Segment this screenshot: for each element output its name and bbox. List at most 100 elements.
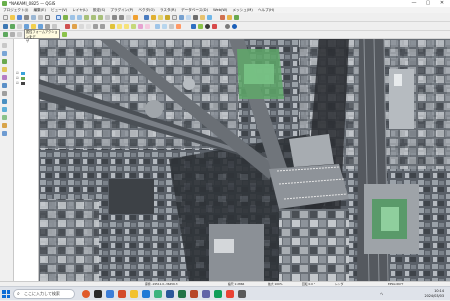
plugin-icon-2[interactable] [198,24,203,29]
layer-visibility-checkbox[interactable]: ☑ [16,71,19,75]
results-viewer-icon[interactable] [176,24,181,29]
zoom-out-icon[interactable] [77,15,82,20]
layer-visibility-checkbox[interactable]: ☑ [16,76,19,80]
menu-edit[interactable]: 編集(E) [34,8,46,12]
spatial-bookmark-icon[interactable] [220,15,225,20]
refresh-icon[interactable] [144,15,149,20]
taskbar-app-icon-1[interactable] [82,290,90,298]
attribute-icon-2[interactable] [10,32,15,37]
taskbar-app-icon-6[interactable] [142,290,150,298]
add-spatialite-icon[interactable] [2,75,7,80]
taskbar-app-icon-3[interactable] [106,290,114,298]
plugin-icon-1[interactable] [191,24,196,29]
taskbar-app-icon-10[interactable] [190,290,198,298]
label-move-icon[interactable] [131,24,136,29]
show-bookmarks-icon[interactable] [227,15,232,20]
menu-raster[interactable]: ラスタ(R) [160,8,176,12]
attribute-icon-4[interactable] [62,32,67,37]
taskbar-app-icon-13[interactable] [226,290,234,298]
select-features-icon[interactable] [158,15,163,20]
new-map-view-icon[interactable] [126,15,131,20]
taskbar-app-icon-2[interactable] [94,290,102,298]
taskbar-app-icon-8[interactable] [166,290,174,298]
plugin-icon-4[interactable] [212,24,217,29]
taskbar-search-input[interactable]: ⌕ ここに入力して検索 [13,289,75,299]
identify-features-icon[interactable] [151,15,156,20]
menu-settings[interactable]: 設定(S) [93,8,105,12]
start-button[interactable] [2,290,10,298]
menu-help[interactable]: ヘルプ(H) [258,8,274,12]
statistics-icon[interactable] [186,15,191,20]
menu-vector[interactable]: ベクタ(O) [138,8,154,12]
add-virtual-layer-icon[interactable] [2,131,7,136]
tray-overflow-button[interactable]: へ [380,287,383,301]
label-change-icon[interactable] [145,24,150,29]
processing-toolbox-icon[interactable] [155,24,160,29]
history-icon[interactable] [169,24,174,29]
deselect-icon[interactable] [172,15,177,20]
paste-features-icon[interactable] [86,24,91,29]
zoom-last-icon[interactable] [112,15,117,20]
menu-project[interactable]: プロジェクト(J) [3,8,28,12]
zoom-in-icon[interactable] [70,15,75,20]
menu-view[interactable]: ビュー(V) [51,8,67,12]
attribute-icon-1[interactable] [3,32,8,37]
menu-layer[interactable]: レイヤ(L) [72,8,87,12]
zoom-next-icon[interactable] [119,15,124,20]
new-project-icon[interactable] [3,15,8,20]
save-project-icon[interactable] [17,15,22,20]
add-wfs-icon[interactable] [2,99,7,104]
zoom-to-selection-icon[interactable] [91,15,96,20]
model-designer-icon[interactable] [162,24,167,29]
save-as-icon[interactable] [24,15,29,20]
zoom-native-icon[interactable] [105,15,110,20]
add-postgis-icon[interactable] [2,83,7,88]
taskbar-app-icon-9[interactable] [178,290,186,298]
layer-row[interactable]: ☑ [14,81,38,86]
add-wms-icon[interactable] [2,91,7,96]
select-by-value-icon[interactable] [165,15,170,20]
text-annotation-icon[interactable] [207,15,212,20]
map-tips-icon[interactable] [200,15,205,20]
open-project-icon[interactable] [10,15,15,20]
layer-visibility-checkbox[interactable]: ☑ [16,81,19,85]
taskbar-app-icon-5[interactable] [130,290,138,298]
temporal-controller-icon[interactable] [133,15,138,20]
python-console-icon[interactable] [234,15,239,20]
delete-selected-icon[interactable] [65,24,70,29]
plugin-icon-6[interactable] [232,24,237,29]
add-vector-tile-icon[interactable] [2,115,7,120]
add-arcgis-icon[interactable] [2,107,7,112]
close-button[interactable]: ✕ [436,0,448,7]
map-canvas[interactable] [39,39,450,281]
taskbar-app-icon-14[interactable] [238,290,246,298]
cut-features-icon[interactable] [72,24,77,29]
new-shapefile-layer-icon[interactable] [17,24,22,29]
menu-web[interactable]: Web(W) [213,8,227,12]
add-delimited-text-icon[interactable] [2,67,7,72]
undo-icon[interactable] [93,24,98,29]
pan-map-icon[interactable] [56,15,61,20]
data-source-manager-icon[interactable] [3,24,8,29]
taskbar-app-icon-4[interactable] [118,290,126,298]
redo-icon[interactable] [100,24,105,29]
label-toolbar-icon[interactable] [110,24,115,29]
system-clock[interactable]: 10:14 2024/03/03 [422,289,444,298]
style-manager-icon[interactable] [45,15,50,20]
minimize-button[interactable]: — [408,0,420,7]
label-pin-icon[interactable] [117,24,122,29]
taskbar-app-icon-7[interactable] [154,290,162,298]
maximize-button[interactable]: ▢ [422,0,434,7]
menu-database[interactable]: データベース(D) [181,8,208,12]
add-raster-layer-icon[interactable] [2,59,7,64]
menu-plugins[interactable]: プラグイン(P) [110,8,133,12]
add-mesh-icon[interactable] [2,123,7,128]
plugin-icon-5[interactable] [225,24,230,29]
add-vector-layer-icon[interactable] [2,51,7,56]
browser-panel-icon[interactable] [2,43,7,48]
new-geopackage-layer-icon[interactable] [10,24,15,29]
taskbar-app-icon-11[interactable] [202,290,210,298]
label-show-icon[interactable] [124,24,129,29]
taskbar-app-icon-12[interactable] [214,290,222,298]
attribute-icon-3[interactable] [17,32,22,37]
